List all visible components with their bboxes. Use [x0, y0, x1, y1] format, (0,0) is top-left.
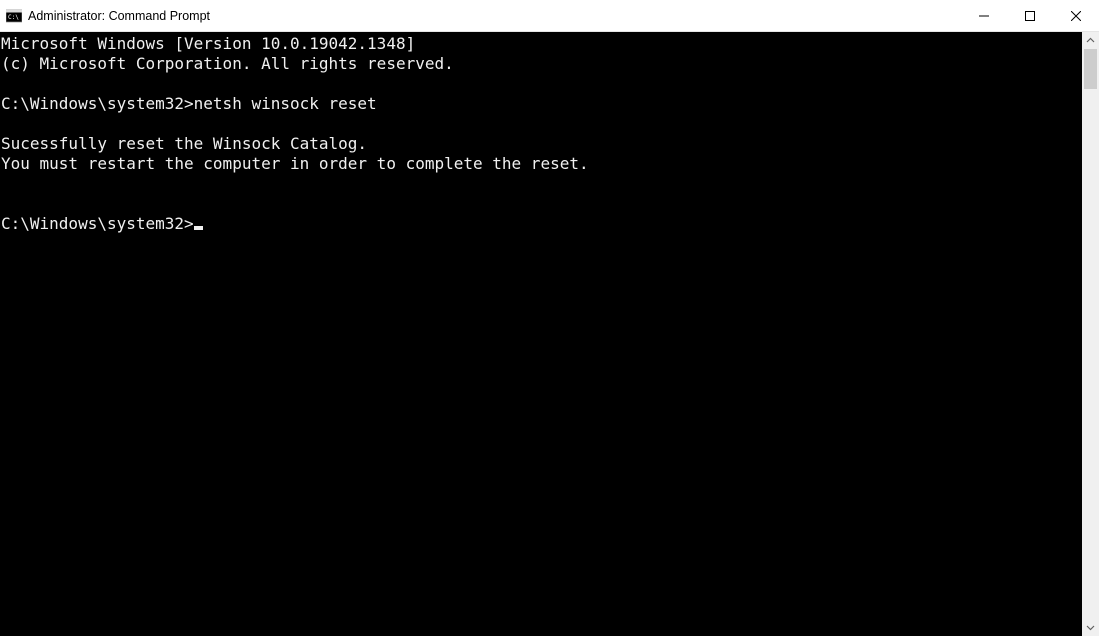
command-prompt-window: C:\ Administrator: Command Prompt Micros…	[0, 0, 1099, 636]
prompt: C:\Windows\system32>	[1, 214, 194, 233]
output-line: You must restart the computer in order t…	[1, 154, 589, 173]
titlebar[interactable]: C:\ Administrator: Command Prompt	[0, 0, 1099, 32]
output-line: Sucessfully reset the Winsock Catalog.	[1, 134, 367, 153]
svg-text:C:\: C:\	[8, 14, 19, 21]
version-line: Microsoft Windows [Version 10.0.19042.13…	[1, 34, 415, 53]
maximize-button[interactable]	[1007, 0, 1053, 31]
copyright-line: (c) Microsoft Corporation. All rights re…	[1, 54, 454, 73]
minimize-button[interactable]	[961, 0, 1007, 31]
command-text: netsh winsock reset	[194, 94, 377, 113]
window-title: Administrator: Command Prompt	[28, 9, 961, 23]
content-area: Microsoft Windows [Version 10.0.19042.13…	[0, 32, 1099, 636]
scroll-track[interactable]	[1082, 49, 1099, 619]
cmd-icon: C:\	[6, 8, 22, 24]
scroll-thumb[interactable]	[1084, 49, 1097, 89]
scroll-down-arrow-icon[interactable]	[1082, 619, 1099, 636]
close-button[interactable]	[1053, 0, 1099, 31]
terminal-output[interactable]: Microsoft Windows [Version 10.0.19042.13…	[0, 32, 1082, 636]
window-controls	[961, 0, 1099, 31]
scroll-up-arrow-icon[interactable]	[1082, 32, 1099, 49]
cursor-icon	[194, 226, 203, 230]
prompt: C:\Windows\system32>	[1, 94, 194, 113]
vertical-scrollbar[interactable]	[1082, 32, 1099, 636]
